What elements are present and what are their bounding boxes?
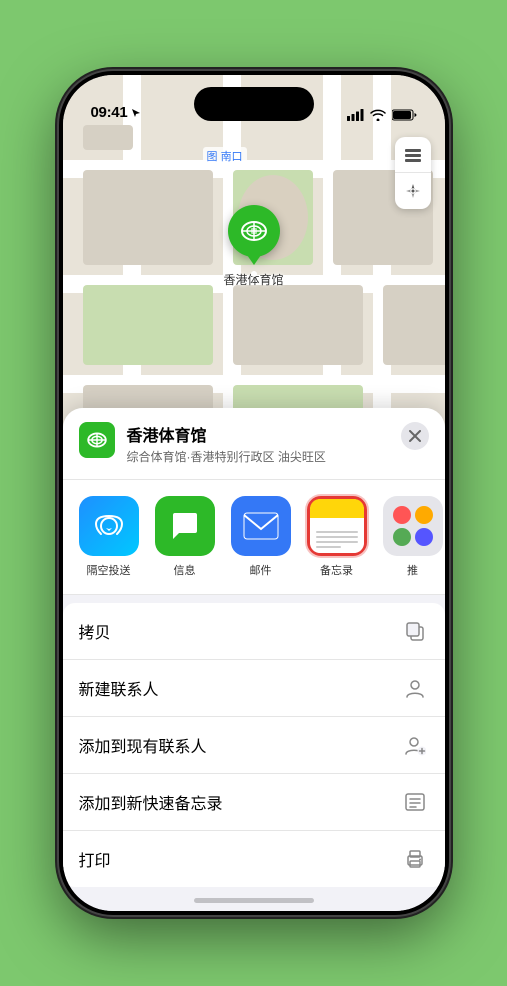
phone-screen: 09:41: [63, 75, 445, 911]
message-icon-bg: [155, 496, 215, 556]
mail-symbol: [243, 512, 279, 540]
location-icon: [79, 422, 115, 458]
share-item-message[interactable]: 信息: [151, 496, 219, 578]
notes-label: 备忘录: [320, 562, 353, 578]
menu-item-add-existing-text: 添加到现有联系人: [79, 733, 207, 757]
airdrop-label: 隔空投送: [87, 562, 131, 578]
more-dots: [385, 498, 441, 554]
notes-line-3: [316, 541, 358, 543]
dynamic-island: [194, 87, 314, 121]
print-icon: [401, 845, 429, 873]
menu-item-copy[interactable]: 拷贝: [63, 603, 445, 660]
map-controls: [395, 137, 431, 209]
notes-line-2: [316, 536, 358, 538]
location-subtitle: 综合体育馆·香港特别行政区 油尖旺区: [127, 448, 389, 465]
menu-item-add-note[interactable]: 添加到新快速备忘录: [63, 774, 445, 831]
location-card: 香港体育馆 综合体育馆·香港特别行政区 油尖旺区: [63, 408, 445, 480]
message-label: 信息: [174, 562, 196, 578]
add-contact-icon: [401, 731, 429, 759]
new-contact-icon: [401, 674, 429, 702]
phone-frame: 09:41: [59, 71, 449, 915]
share-item-airdrop[interactable]: 隔空投送: [75, 496, 143, 578]
close-button[interactable]: [401, 422, 429, 450]
stadium-pin: 香港体育馆: [223, 205, 283, 288]
menu-item-new-contact[interactable]: 新建联系人: [63, 660, 445, 717]
pin-dot: [250, 271, 256, 277]
share-item-mail[interactable]: 邮件: [227, 496, 295, 578]
menu-item-print[interactable]: 打印: [63, 831, 445, 887]
message-symbol: [168, 509, 202, 543]
map-label-nankow: 图 南口: [203, 147, 247, 165]
notes-line-4: [316, 546, 341, 548]
location-name: 香港体育馆: [127, 422, 389, 446]
pin-circle: [227, 205, 279, 257]
location-info: 香港体育馆 综合体育馆·香港特别行政区 油尖旺区: [127, 422, 389, 465]
compass-icon: [404, 182, 422, 200]
status-time: 09:41: [91, 104, 128, 121]
status-icons: [347, 109, 417, 121]
map-layers-icon: [403, 145, 423, 165]
bottom-sheet: 香港体育馆 综合体育馆·香港特别行政区 油尖旺区: [63, 408, 445, 911]
menu-item-add-existing[interactable]: 添加到现有联系人: [63, 717, 445, 774]
copy-icon: [401, 617, 429, 645]
battery-icon: [392, 109, 417, 121]
mail-icon-bg: [231, 496, 291, 556]
notes-inner: [310, 499, 364, 553]
stadium-icon: [238, 216, 268, 246]
more-label: 推: [407, 562, 418, 578]
home-indicator: [194, 898, 314, 903]
airdrop-icon-bg: [79, 496, 139, 556]
location-stadium-icon: [86, 429, 108, 451]
menu-item-add-note-text: 添加到新快速备忘录: [79, 790, 223, 814]
map-type-button[interactable]: [395, 137, 431, 173]
location-arrow-icon: [131, 108, 141, 118]
menu-section: 拷贝 新建联系人: [63, 603, 445, 887]
menu-item-print-text: 打印: [79, 847, 111, 871]
more-icon-bg: [383, 496, 443, 556]
menu-item-copy-text: 拷贝: [79, 619, 111, 643]
note-icon: [401, 788, 429, 816]
share-item-more[interactable]: 推: [379, 496, 445, 578]
notes-icon-bg: [307, 496, 367, 556]
close-icon: [409, 430, 421, 442]
location-button[interactable]: [395, 173, 431, 209]
share-item-notes[interactable]: 备忘录: [303, 496, 371, 578]
wifi-icon: [370, 109, 386, 121]
notes-line-1: [316, 531, 358, 533]
airdrop-symbol: [92, 509, 126, 543]
share-row: 隔空投送 信息: [63, 480, 445, 595]
mail-label: 邮件: [250, 562, 272, 578]
signal-icon: [347, 109, 364, 121]
menu-item-new-contact-text: 新建联系人: [79, 676, 159, 700]
